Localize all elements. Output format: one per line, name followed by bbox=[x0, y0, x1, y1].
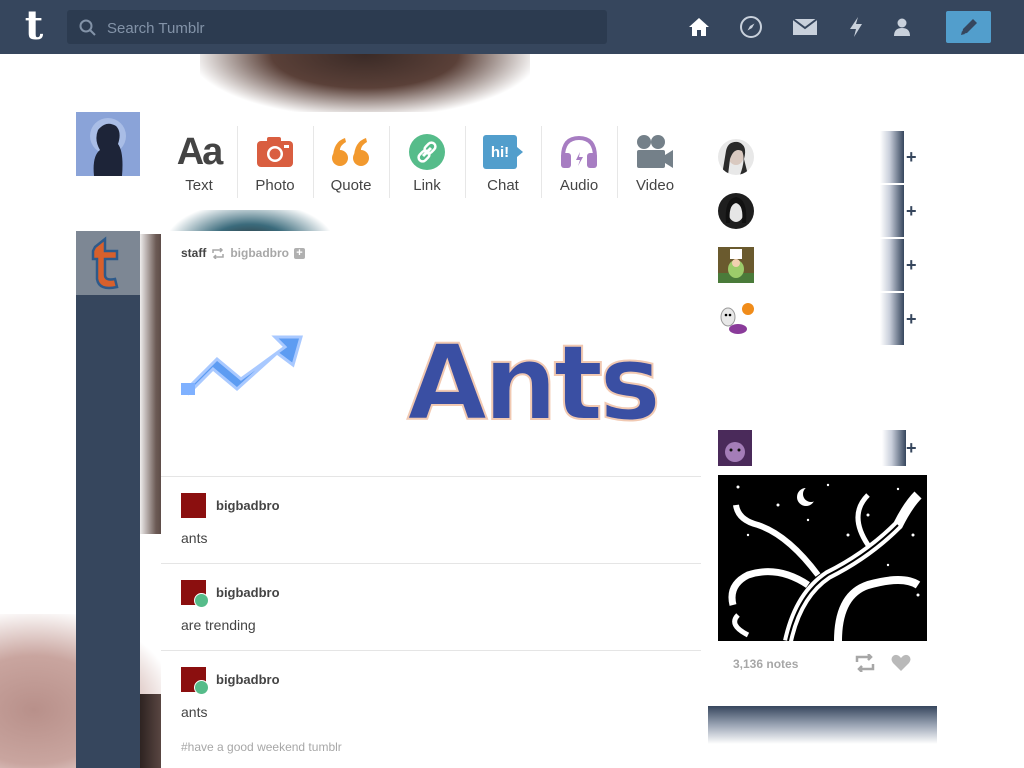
chat-icon: hi! bbox=[483, 135, 523, 169]
user-avatar[interactable] bbox=[76, 112, 140, 176]
post-type-label: Video bbox=[635, 177, 675, 194]
post-author-link[interactable]: staff bbox=[181, 246, 206, 260]
headphones-icon bbox=[561, 135, 597, 168]
blog-avatar[interactable] bbox=[718, 139, 754, 175]
follow-plus-icon[interactable]: + bbox=[294, 247, 306, 259]
home-icon[interactable] bbox=[686, 14, 712, 40]
blog-avatar[interactable] bbox=[718, 247, 754, 283]
staff-avatar[interactable] bbox=[76, 231, 140, 295]
explore-compass-icon[interactable] bbox=[738, 14, 764, 40]
new-audio-post-button[interactable]: Audio bbox=[541, 112, 617, 210]
entry-author[interactable]: bigbadbro bbox=[216, 498, 280, 513]
radar-post-image[interactable] bbox=[718, 475, 927, 641]
reblog-entry: bigbadbro ants bbox=[161, 476, 701, 563]
reblog-entry: bigbadbro are trending bbox=[161, 563, 701, 650]
account-person-icon[interactable] bbox=[889, 14, 915, 40]
dashboard-post: staff bigbadbro + Ants bigbadbro ants bi… bbox=[161, 231, 701, 768]
inbox-envelope-icon[interactable] bbox=[792, 14, 818, 40]
blog-avatar[interactable] bbox=[718, 301, 754, 337]
reblog-button[interactable] bbox=[854, 653, 876, 677]
post-type-label: Quote bbox=[330, 177, 372, 194]
entry-author[interactable]: bigbadbro bbox=[216, 585, 280, 600]
pencil-icon bbox=[960, 19, 977, 35]
post-type-label: Audio bbox=[559, 177, 599, 194]
reblog-badge-icon bbox=[194, 680, 209, 695]
reblog-icon bbox=[855, 653, 875, 673]
post-type-bar: Aa Text Photo Quote Link hi! Chat Audio … bbox=[161, 112, 701, 210]
reblog-icon bbox=[212, 247, 225, 259]
banner-text: Ants bbox=[407, 322, 657, 431]
entry-author[interactable]: bigbadbro bbox=[216, 672, 280, 687]
bigbadbro-avatar[interactable] bbox=[181, 493, 206, 518]
heart-icon bbox=[891, 654, 911, 671]
follow-button[interactable]: + bbox=[906, 147, 917, 168]
reblog-badge-icon bbox=[194, 593, 209, 608]
new-video-post-button[interactable]: Video bbox=[617, 112, 693, 210]
link-icon bbox=[409, 134, 445, 170]
reblogged-from-link[interactable]: bigbadbro bbox=[230, 246, 289, 260]
post-header: staff bigbadbro + bbox=[181, 246, 306, 260]
follow-button[interactable]: + bbox=[906, 438, 917, 459]
post-type-label: Chat bbox=[487, 177, 519, 194]
new-link-post-button[interactable]: Link bbox=[389, 112, 465, 210]
activity-lightning-icon[interactable] bbox=[843, 14, 869, 40]
new-photo-post-button[interactable]: Photo bbox=[237, 112, 313, 210]
bigbadbro-avatar[interactable] bbox=[181, 667, 209, 695]
tumblr-t-logo-icon bbox=[91, 236, 119, 290]
top-navigation: t bbox=[0, 0, 1024, 54]
new-quote-post-button[interactable]: Quote bbox=[313, 112, 389, 210]
entry-text: ants bbox=[181, 704, 208, 720]
video-camera-icon bbox=[637, 135, 673, 168]
ants-trending-banner: Ants bbox=[181, 321, 662, 431]
follow-button[interactable]: + bbox=[906, 255, 917, 276]
recommended-blog[interactable]: + bbox=[718, 293, 928, 345]
text-icon: Aa bbox=[176, 130, 224, 173]
follow-button[interactable]: + bbox=[906, 309, 917, 330]
reblog-entry: bigbadbro ants bbox=[161, 650, 701, 737]
search-box[interactable] bbox=[67, 10, 607, 46]
sidebar-footer-fade bbox=[708, 706, 937, 744]
notes-count[interactable]: 3,136 notes bbox=[733, 657, 798, 671]
bigbadbro-avatar[interactable] bbox=[181, 580, 209, 608]
follow-button[interactable]: + bbox=[906, 201, 917, 222]
search-icon bbox=[79, 19, 96, 36]
entry-text: ants bbox=[181, 530, 208, 546]
tumblr-logo[interactable]: t bbox=[18, 6, 50, 47]
post-type-label: Link bbox=[413, 177, 441, 194]
new-text-post-button[interactable]: Aa Text bbox=[161, 112, 237, 210]
blog-avatar[interactable] bbox=[718, 193, 754, 229]
post-avatar-column bbox=[76, 231, 140, 768]
quote-icon bbox=[332, 138, 369, 166]
search-input[interactable] bbox=[105, 10, 599, 46]
svg-text:hi!: hi! bbox=[491, 144, 509, 161]
camera-icon bbox=[257, 137, 293, 167]
new-chat-post-button[interactable]: hi! Chat bbox=[465, 112, 541, 210]
recommended-blog[interactable]: + bbox=[718, 131, 928, 183]
recommended-blog[interactable]: + bbox=[718, 185, 928, 237]
post-type-label: Text bbox=[185, 177, 213, 194]
entry-text: are trending bbox=[181, 617, 256, 633]
radar-blog-avatar[interactable] bbox=[718, 430, 752, 466]
radar-blog[interactable]: + bbox=[718, 428, 928, 468]
recommended-blog[interactable]: + bbox=[718, 239, 928, 291]
post-tags[interactable]: #have a good weekend tumblr bbox=[181, 740, 342, 754]
post-type-label: Photo bbox=[255, 177, 295, 194]
like-button[interactable] bbox=[891, 654, 911, 677]
compose-post-button[interactable] bbox=[946, 11, 991, 43]
